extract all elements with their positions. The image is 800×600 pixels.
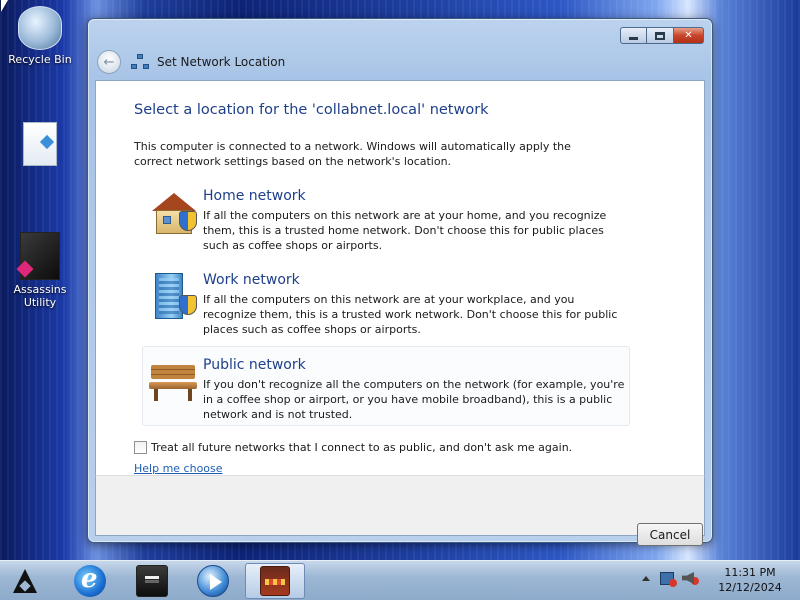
clock-date: 12/12/2024 (718, 581, 782, 594)
option-home-network[interactable]: Home network If all the computers on thi… (142, 185, 630, 257)
clock-time: 11:31 PM (724, 566, 776, 579)
minimize-icon (629, 37, 638, 40)
window-controls: ✕ (620, 27, 704, 44)
taskbar: 11:31 PM 12/12/2024 (0, 560, 800, 600)
media-player-icon[interactable] (197, 565, 229, 597)
option-work-network[interactable]: Work network If all the computers on thi… (142, 269, 630, 341)
assassins-utility-icon (20, 232, 60, 280)
back-button[interactable]: ← (97, 50, 121, 74)
back-arrow-icon: ← (103, 54, 115, 70)
network-location-task-icon (260, 566, 290, 596)
option-title: Public network (203, 357, 306, 373)
home-network-icon (149, 189, 197, 237)
checkbox-label[interactable]: Treat all future networks that I connect… (151, 441, 572, 454)
desktop-icon-label: Recycle Bin (8, 53, 72, 66)
page-heading: Select a location for the 'collabnet.loc… (134, 102, 489, 118)
drive-icon[interactable] (136, 565, 168, 597)
dialog-footer: Cancel (95, 475, 705, 546)
show-hidden-icons-icon[interactable] (642, 575, 650, 581)
desktop-icon-recycle-bin[interactable]: Recycle Bin (3, 6, 77, 66)
desktop-icon-label: Assassins Utility (13, 283, 67, 309)
network-icon (131, 54, 149, 70)
internet-explorer-icon[interactable] (74, 564, 106, 597)
minimize-button[interactable] (620, 27, 647, 44)
page-description: This computer is connected to a network.… (134, 140, 571, 168)
option-public-network[interactable]: Public network If you don't recognize al… (142, 346, 630, 426)
network-status-icon[interactable] (660, 571, 677, 587)
recycle-bin-icon (18, 6, 62, 50)
close-button[interactable]: ✕ (674, 27, 704, 44)
treat-public-checkbox-row[interactable]: Treat all future networks that I connect… (134, 441, 572, 454)
taskbar-item-network-location[interactable] (245, 563, 305, 599)
maximize-button[interactable] (647, 27, 674, 44)
option-title: Home network (203, 188, 306, 204)
option-description: If you don't recognize all the computers… (203, 378, 625, 421)
start-icon[interactable] (10, 566, 40, 596)
system-tray (642, 571, 699, 587)
option-description: If all the computers on this network are… (203, 209, 607, 252)
set-network-location-window: ✕ ← Set Network Location Select a locati… (87, 18, 713, 546)
window-nav-row: ← Set Network Location (97, 50, 285, 74)
close-icon: ✕ (684, 30, 693, 41)
work-network-icon (149, 273, 197, 321)
public-network-icon (149, 355, 197, 403)
window-title: Set Network Location (157, 55, 286, 69)
maximize-icon (655, 31, 665, 40)
treat-public-checkbox[interactable] (134, 441, 147, 454)
volume-icon[interactable] (682, 572, 694, 584)
help-me-choose-link[interactable]: Help me choose (134, 462, 223, 475)
option-title: Work network (203, 272, 300, 288)
document-icon (23, 122, 57, 166)
option-description: If all the computers on this network are… (203, 293, 618, 336)
desktop-icon-assassins-utility[interactable]: Assassins Utility (3, 232, 77, 309)
desktop-icon-document[interactable] (3, 122, 77, 169)
content-panel: Select a location for the 'collabnet.loc… (95, 80, 705, 475)
cancel-button[interactable]: Cancel (637, 523, 703, 546)
system-clock[interactable]: 11:31 PM 12/12/2024 (717, 565, 783, 595)
